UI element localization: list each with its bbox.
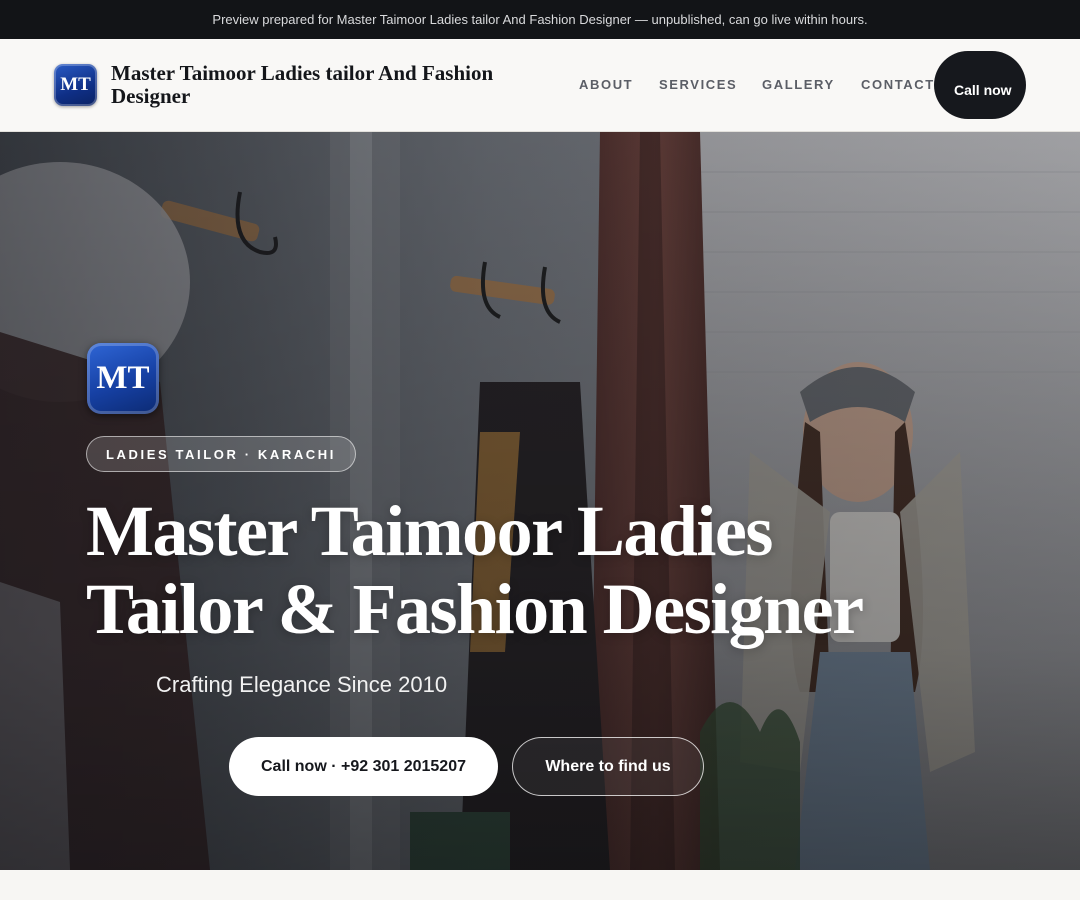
hero-title: Master Taimoor Ladies Tailor & Fashion D… [86, 491, 864, 649]
nav-link-contact[interactable]: CONTACT [861, 77, 935, 92]
next-section-strip [0, 870, 1080, 900]
hero-logo-text: MT [96, 360, 150, 396]
preview-banner-text: Preview prepared for Master Taimoor Ladi… [212, 12, 868, 27]
nav-link-about[interactable]: ABOUT [579, 77, 633, 92]
site-header: MT Master Taimoor Ladies tailor And Fash… [0, 39, 1080, 132]
hero-logo: MT [87, 343, 159, 414]
find-us-button[interactable]: Where to find us [512, 737, 704, 796]
nav-link-services[interactable]: SERVICES [659, 77, 737, 92]
header-call-button[interactable]: Call now [934, 51, 1026, 119]
hero-section: MT LADIES TAILOR · KARACHI Master Taimoo… [0, 132, 1080, 870]
hero-subtitle: Crafting Elegance Since 2010 [156, 672, 448, 697]
nav-link-gallery[interactable]: GALLERY [762, 77, 835, 92]
call-now-button[interactable]: Call now · +92 301 2015207 [229, 737, 498, 796]
preview-banner: Preview prepared for Master Taimoor Ladi… [0, 0, 1080, 39]
location-badge: LADIES TAILOR · KARACHI [86, 436, 356, 472]
main-nav: ABOUT SERVICES GALLERY CONTACT [0, 77, 1080, 97]
